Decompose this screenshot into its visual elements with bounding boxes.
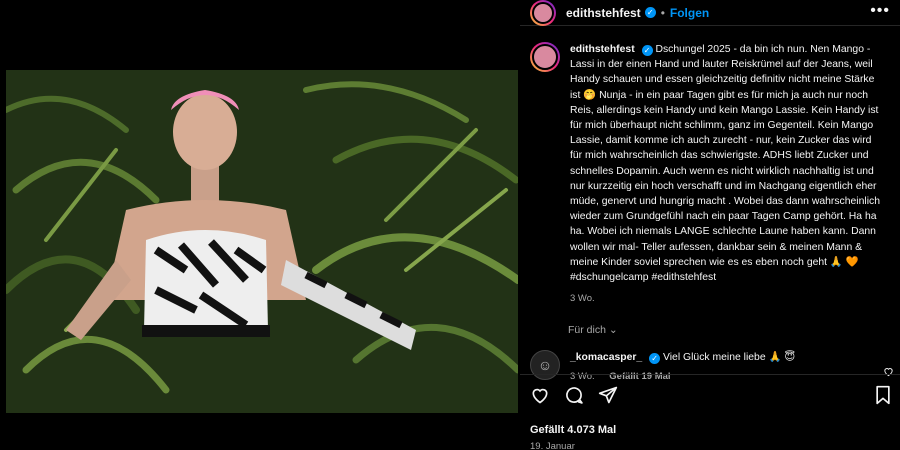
verified-badge-icon: ✓: [644, 7, 656, 18]
post-caption: edithstehfest ✓ Dschungel 2025 - da bin …: [520, 26, 900, 306]
more-options-icon[interactable]: •••: [870, 2, 890, 20]
heart-icon[interactable]: [530, 385, 550, 410]
like-count[interactable]: Gefällt 4.073 Mal: [530, 424, 890, 436]
post-header: edithstehfest ✓ • Folgen •••: [520, 0, 900, 26]
caption-body: edithstehfest ✓ Dschungel 2025 - da bin …: [570, 42, 880, 306]
post-side-panel: edithstehfest ✓ • Folgen ••• edithstehfe…: [520, 0, 900, 450]
post-actions: Gefällt 4.073 Mal 19. Januar: [520, 374, 900, 450]
commenter-username[interactable]: _komacasper_: [570, 352, 642, 363]
bookmark-icon[interactable]: [874, 385, 892, 410]
avatar-image: [532, 1, 554, 24]
translate-toggle[interactable]: Für dich ⌄: [568, 324, 900, 336]
share-icon[interactable]: [598, 385, 618, 410]
photo-illustration: [6, 70, 518, 413]
separator-dot: •: [660, 5, 665, 20]
post-media: [0, 0, 520, 450]
caption-username[interactable]: edithstehfest: [570, 44, 635, 55]
verified-badge-icon: ✓: [649, 353, 661, 365]
action-icons: [530, 385, 890, 410]
author-username[interactable]: edithstehfest: [566, 6, 641, 20]
caption-avatar[interactable]: [530, 42, 560, 72]
caption-text: Dschungel 2025 - da bin ich nun. Nen Man…: [570, 44, 880, 284]
follow-button[interactable]: Folgen: [670, 6, 709, 20]
comment-icon[interactable]: [564, 385, 584, 410]
post-photo[interactable]: [6, 70, 518, 413]
comment-text: Viel Glück meine liebe 🙏 😇: [663, 352, 796, 364]
avatar-image: [532, 44, 558, 70]
author-avatar[interactable]: [530, 0, 556, 26]
verified-badge-icon: ✓: [641, 45, 653, 56]
post-date[interactable]: 19. Januar: [530, 441, 890, 450]
caption-timestamp[interactable]: 3 Wo.: [570, 291, 880, 306]
